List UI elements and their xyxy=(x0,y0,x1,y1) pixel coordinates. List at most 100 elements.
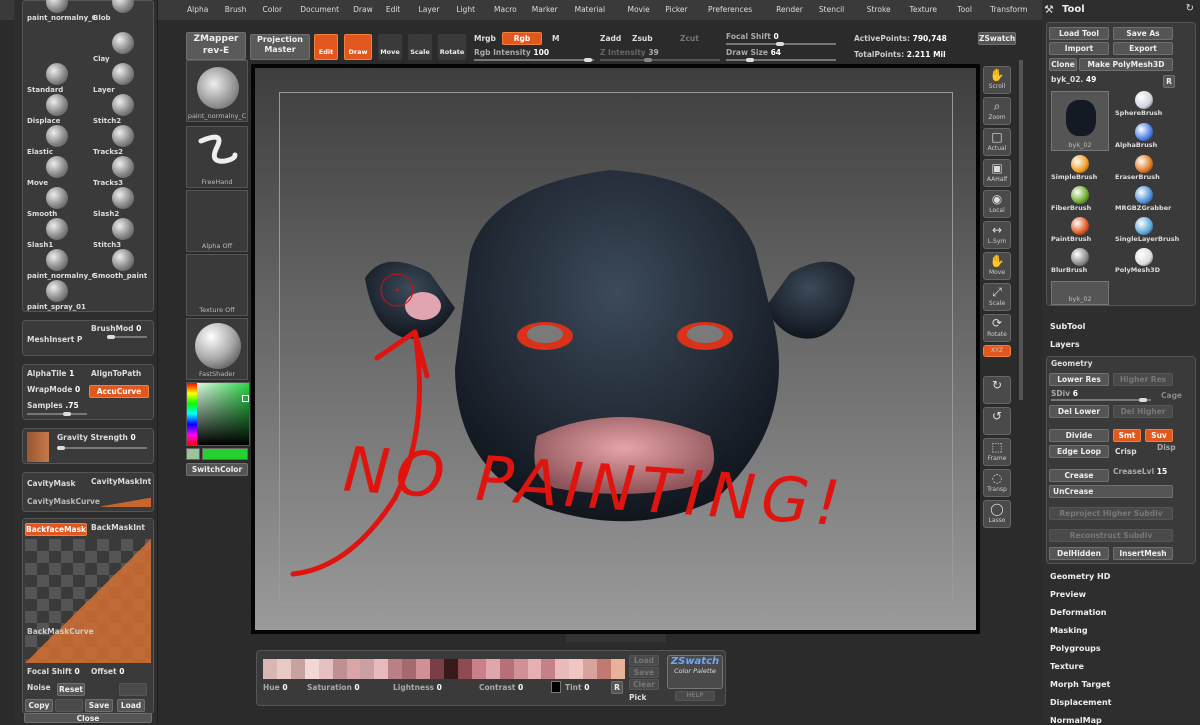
brush-15[interactable]: paint_normalny_C xyxy=(27,249,97,281)
menu-transform[interactable]: Transform xyxy=(990,5,1027,14)
menu-picker[interactable]: Picker xyxy=(665,5,687,14)
palette-swatch[interactable] xyxy=(569,659,584,679)
color-picker[interactable] xyxy=(186,382,250,446)
tool-brush-polymesh3d[interactable]: PolyMesh3D xyxy=(1115,248,1173,278)
brushmod-slider[interactable] xyxy=(107,335,147,339)
hue-strip[interactable] xyxy=(187,383,197,445)
suv-button[interactable]: Suv xyxy=(1145,429,1173,442)
sdiv-value[interactable]: 6 xyxy=(1073,389,1078,398)
zsub-button[interactable]: Zsub xyxy=(632,34,653,43)
primary-color[interactable] xyxy=(202,448,248,460)
menu-stencil[interactable]: Stencil xyxy=(819,5,844,14)
creaselvl-value[interactable]: 15 xyxy=(1157,467,1167,476)
refresh-icon[interactable]: ↻ xyxy=(1186,3,1194,14)
accucurve-button[interactable]: AccuCurve xyxy=(89,385,149,398)
menu-light[interactable]: Light xyxy=(456,5,475,14)
view-scale-button[interactable]: ⤢ Scale xyxy=(983,283,1011,311)
lower-res-button[interactable]: Lower Res xyxy=(1049,373,1109,386)
del-higher-button[interactable]: Del Higher xyxy=(1113,405,1173,418)
cavitymaskint-label[interactable]: CavityMaskInt xyxy=(91,477,151,486)
alphatile-value[interactable]: 1 xyxy=(69,369,74,378)
tool-brush-paintbrush[interactable]: PaintBrush xyxy=(1051,217,1109,247)
palette-clear-button[interactable]: Clear xyxy=(629,679,659,690)
section-normalmap[interactable]: NormalMap xyxy=(1050,716,1102,725)
tool-brush-eraserbrush[interactable]: EraserBrush xyxy=(1115,155,1173,185)
save-curve-button[interactable]: Save xyxy=(85,699,113,712)
palette-swatch[interactable] xyxy=(499,659,515,679)
view-actual-button[interactable]: □ Actual xyxy=(983,128,1011,156)
export-button[interactable]: Export xyxy=(1113,42,1173,55)
lightness-value[interactable]: 0 xyxy=(437,683,442,692)
tool-brush-spherebrush[interactable]: SphereBrush xyxy=(1115,91,1173,121)
saturation-value[interactable]: 0 xyxy=(354,683,359,692)
brush-6[interactable]: Stitch2 xyxy=(93,94,153,126)
menu-material[interactable]: Material xyxy=(575,5,605,14)
palette-swatch[interactable] xyxy=(263,659,278,679)
edge-loop-button[interactable]: Edge Loop xyxy=(1049,445,1109,458)
cavitymask-button[interactable]: CavityMask xyxy=(27,479,75,488)
palette-swatch[interactable] xyxy=(513,659,529,679)
palette-swatch[interactable] xyxy=(583,659,598,679)
alpha-thumb[interactable]: Alpha Off xyxy=(186,190,248,252)
view-lsym-button[interactable]: ↔ L.Sym xyxy=(983,221,1011,249)
menu-macro[interactable]: Macro xyxy=(494,5,517,14)
disp-label[interactable]: Disp xyxy=(1157,443,1176,452)
brush-0[interactable]: paint_normalny_C xyxy=(27,0,97,23)
palette-swatch[interactable] xyxy=(360,659,375,679)
brush-12[interactable]: Slash2 xyxy=(93,187,153,219)
brush-16[interactable]: Smooth_paint xyxy=(93,249,153,281)
brush-9[interactable]: Move xyxy=(27,156,87,188)
rotate-button[interactable]: Rotate xyxy=(438,34,466,60)
load-tool-button[interactable]: Load Tool xyxy=(1049,27,1109,40)
view-spin10-button[interactable]: ↻ xyxy=(983,376,1011,404)
paste-button[interactable] xyxy=(55,699,83,712)
crease-button[interactable]: Crease xyxy=(1049,469,1109,482)
palette-swatch[interactable] xyxy=(346,659,361,679)
geometry-title[interactable]: Geometry xyxy=(1051,359,1092,368)
brush-3[interactable]: Standard xyxy=(27,63,87,95)
m-button[interactable]: M xyxy=(552,34,559,43)
view-spin11-button[interactable]: ↺ xyxy=(983,407,1011,435)
section-texture[interactable]: Texture xyxy=(1050,662,1084,671)
secondary-color[interactable] xyxy=(186,448,200,460)
zmapper-button[interactable]: ZMapper rev-E xyxy=(186,32,246,60)
rgb-button[interactable]: Rgb xyxy=(502,32,542,45)
save-as-button[interactable]: Save As xyxy=(1113,27,1173,40)
crisp-button[interactable]: Crisp xyxy=(1115,447,1137,456)
view-rotate-button[interactable]: ⟳ Rotate xyxy=(983,314,1011,342)
view-local-button[interactable]: ◉ Local xyxy=(983,190,1011,218)
tint-value[interactable]: 0 xyxy=(584,683,589,692)
edit-button[interactable]: Edit xyxy=(314,34,338,60)
del-lower-button[interactable]: Del Lower xyxy=(1049,405,1109,418)
view-scroll-button[interactable]: ✋ Scroll xyxy=(983,66,1011,94)
brush-10[interactable]: Tracks3 xyxy=(93,156,153,188)
help-button[interactable]: HELP xyxy=(675,691,715,701)
samples-value[interactable]: .75 xyxy=(65,401,78,410)
menu-draw[interactable]: Draw xyxy=(353,5,373,14)
close-button[interactable]: Close xyxy=(24,713,152,723)
menu-tool[interactable]: Tool xyxy=(957,5,972,14)
z-intensity-value[interactable]: 39 xyxy=(648,48,658,57)
section-morph-target[interactable]: Morph Target xyxy=(1050,680,1110,689)
backfacemask-button[interactable]: BackfaceMask xyxy=(25,523,87,536)
palette-swatch[interactable] xyxy=(611,659,626,679)
backmaskcurve-graph[interactable] xyxy=(25,539,151,663)
brush-5[interactable]: Displace xyxy=(27,94,87,126)
texture-thumb[interactable]: Texture Off xyxy=(186,254,248,316)
menu-texture[interactable]: Texture xyxy=(910,5,937,14)
brush-7[interactable]: Elastic xyxy=(27,125,87,157)
palette-swatch[interactable] xyxy=(457,659,473,679)
view-aahalf-button[interactable]: ▣ AAHalf xyxy=(983,159,1011,187)
draw-size-slider[interactable] xyxy=(726,58,836,62)
tool-thumb-small[interactable]: byk_02 xyxy=(1051,281,1109,305)
tool-brush-singlelayerbrush[interactable]: SingleLayerBrush xyxy=(1115,217,1179,247)
palette-r-button[interactable]: R xyxy=(611,681,623,694)
section-deformation[interactable]: Deformation xyxy=(1050,608,1106,617)
tool-brush-mrgbzgrabber[interactable]: MRGBZGrabber xyxy=(1115,186,1173,216)
palette-swatch[interactable] xyxy=(430,659,445,679)
focal-shift-top-value[interactable]: 0 xyxy=(773,32,778,41)
import-button[interactable]: Import xyxy=(1049,42,1109,55)
make-polymesh-button[interactable]: Make PolyMesh3D xyxy=(1079,58,1173,71)
cavitymaskcurve-label[interactable]: CavityMaskCurve xyxy=(27,497,100,506)
mrgb-button[interactable]: Mrgb xyxy=(474,34,496,43)
